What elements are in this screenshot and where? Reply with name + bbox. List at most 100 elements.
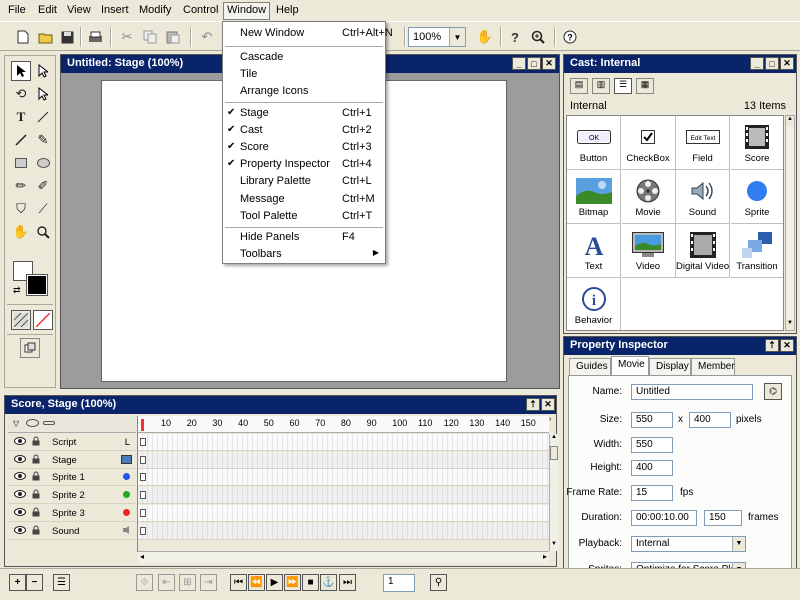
tab-movie[interactable]: Movie [611, 356, 649, 375]
channel-bar-icon[interactable] [43, 421, 55, 425]
next-key-icon[interactable]: ⇥ [200, 574, 217, 591]
menu-item-new-window[interactable]: New Window Ctrl+Alt+N [223, 26, 393, 42]
frame-cell-1[interactable] [140, 526, 146, 535]
new-file-icon[interactable] [12, 26, 34, 48]
help-pointer-icon[interactable]: ? [504, 26, 526, 48]
playback-select[interactable]: Internal ▼ [631, 536, 746, 552]
select-arrow-icon[interactable] [33, 61, 53, 81]
frame-cell-1[interactable] [140, 473, 146, 482]
marker-icon[interactable]: ✐ [33, 176, 53, 196]
pointer-icon[interactable] [33, 84, 53, 104]
stop-icon[interactable]: ■ [302, 574, 319, 591]
eye-icon[interactable] [14, 525, 26, 535]
name-field[interactable]: Untitled [631, 384, 753, 400]
arrow-icon[interactable] [11, 61, 31, 81]
cast-list-view-icon[interactable]: ☰ [614, 78, 632, 94]
eye-icon[interactable] [14, 507, 26, 517]
width-field[interactable]: 550 [631, 437, 673, 453]
save-icon[interactable] [56, 26, 78, 48]
menu-file[interactable]: File [8, 4, 26, 16]
cast-member-bitmap[interactable]: Bitmap [567, 170, 621, 224]
play-icon[interactable]: ▶ [266, 574, 283, 591]
duration-time-field[interactable]: 00:00:10.00 [631, 510, 697, 526]
cast-member-sprite[interactable]: Sprite [730, 170, 783, 224]
ellipse-tool-icon[interactable] [33, 153, 53, 173]
expand-icon[interactable]: ⇡ [526, 398, 540, 411]
close-icon[interactable]: ✕ [541, 398, 555, 411]
menu-item-message[interactable]: Message Ctrl+M [223, 192, 385, 208]
framerate-field[interactable]: 15 [631, 485, 673, 501]
duration-frames-field[interactable]: 150 [704, 510, 742, 526]
size-height-field[interactable]: 400 [689, 412, 731, 428]
cast-member-text[interactable]: A Text [567, 224, 621, 278]
channel-row-script[interactable]: Script L [8, 434, 136, 451]
frame-cell-1[interactable] [140, 508, 146, 517]
frame-row[interactable] [138, 504, 549, 522]
cast-member-video[interactable]: Video [621, 224, 676, 278]
line-icon[interactable] [11, 130, 31, 150]
cast-member-button[interactable]: OK Button [567, 116, 621, 170]
cast-member-sound[interactable]: Sound [676, 170, 730, 224]
score-vscrollbar[interactable]: ▲ ▼ [549, 434, 558, 551]
cast-thumbnail-view-icon[interactable]: ▦ [636, 78, 654, 94]
brush-icon[interactable]: ✏ [11, 176, 31, 196]
step-forward-icon[interactable]: ⏩ [284, 574, 301, 591]
channel-ellipse-icon[interactable] [26, 419, 39, 427]
maximize-icon[interactable]: □ [765, 57, 779, 70]
scroll-up-icon[interactable]: ▲ [550, 434, 558, 444]
lock-icon[interactable] [32, 471, 40, 483]
menu-help[interactable]: Help [276, 4, 299, 16]
step-icon[interactable]: ⟐ [136, 574, 153, 591]
channel-row-sprite-3[interactable]: Sprite 3 [8, 505, 136, 522]
menu-item-library-palette[interactable]: Library Palette Ctrl+L [223, 174, 385, 190]
menu-item-stage[interactable]: ✔ Stage Ctrl+1 [223, 106, 385, 122]
eyedropper-icon[interactable]: ⟋ [33, 199, 53, 219]
tab-member[interactable]: Member [691, 358, 735, 375]
cast-member-score[interactable]: Score [730, 116, 783, 170]
end-icon[interactable]: ⏭ [339, 574, 356, 591]
ruler-scroll-icon[interactable]: › [549, 416, 557, 433]
zoom-icon[interactable] [527, 26, 549, 48]
menu-item-hide-panels[interactable]: Hide Panels F4 [223, 230, 385, 246]
menu-edit[interactable]: Edit [38, 4, 57, 16]
size-width-field[interactable]: 550 [631, 412, 673, 428]
lock-icon[interactable] [32, 489, 40, 501]
paint-bucket-icon[interactable]: ⛉ [11, 199, 31, 219]
menu-insert[interactable]: Insert [101, 4, 129, 16]
no-fill-icon[interactable] [33, 310, 53, 330]
score-titlebar[interactable]: Score, Stage (100%) [5, 396, 556, 414]
menu-item-toolbars[interactable]: Toolbars ▶ [223, 247, 385, 263]
channel-row-sound[interactable]: Sound [8, 523, 136, 540]
pattern-icon[interactable] [11, 310, 31, 330]
text-tool-icon[interactable]: T [11, 107, 31, 127]
scroll-right-icon[interactable]: ▸ [543, 552, 547, 561]
eye-icon[interactable] [14, 454, 26, 464]
scroll-thumb[interactable] [550, 446, 558, 460]
undo-icon[interactable]: ↶ [196, 26, 218, 48]
score-hscrollbar[interactable]: ◂ ▸ [138, 551, 549, 563]
ink-effects-icon[interactable] [20, 338, 40, 358]
magnifier-icon[interactable] [33, 222, 53, 242]
lock-icon[interactable] [32, 436, 40, 448]
height-field[interactable]: 400 [631, 460, 673, 476]
minimize-icon[interactable]: _ [512, 57, 526, 70]
loop-icon[interactable]: ⚓ [320, 574, 337, 591]
open-folder-icon[interactable] [35, 26, 57, 48]
hand-tool-icon[interactable]: ✋ [11, 222, 31, 242]
menu-modify[interactable]: Modify [139, 4, 171, 16]
cast-member-field[interactable]: Edit Text Field [676, 116, 730, 170]
lock-icon[interactable] [32, 525, 40, 537]
background-color-swatch[interactable] [26, 274, 48, 296]
cast-member-digital-video[interactable]: Digital Video [676, 224, 730, 278]
scroll-left-icon[interactable]: ◂ [140, 552, 144, 561]
frame-ruler[interactable]: 10 20 30 40 50 60 70 80 90 100 110 120 130 140 150 [138, 416, 549, 433]
paste-icon[interactable] [162, 26, 184, 48]
menu-item-cast[interactable]: ✔ Cast Ctrl+2 [223, 123, 385, 139]
menu-view[interactable]: View [67, 4, 91, 16]
menu-item-tool-palette[interactable]: Tool Palette Ctrl+T [223, 209, 385, 225]
copy-icon[interactable] [139, 26, 161, 48]
channel-list-icon[interactable]: ☰ [53, 574, 70, 591]
line-tool-icon[interactable] [33, 107, 53, 127]
tab-display[interactable]: Display [649, 358, 691, 375]
lock-icon[interactable] [32, 507, 40, 519]
